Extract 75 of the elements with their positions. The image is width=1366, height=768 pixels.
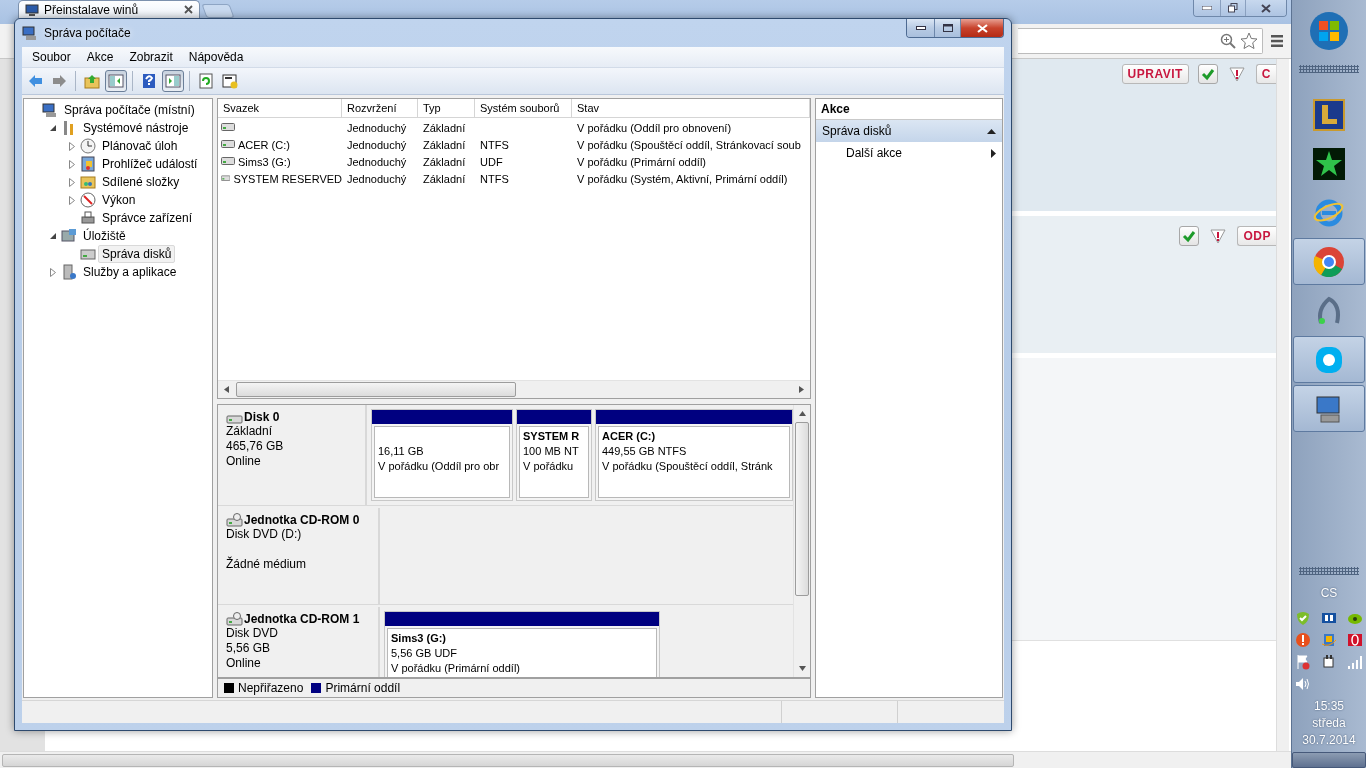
table-cell: Jednoduchý xyxy=(347,172,407,185)
disk-name: Disk 0 xyxy=(244,409,280,424)
partition[interactable]: ACER (C:) 449,55 GB NTFS V pořádku (Spouštěcí oddíl, Stránk xyxy=(595,409,793,501)
table-cell: Jednoduchý xyxy=(347,138,407,151)
tree-item[interactable]: Úložiště xyxy=(79,227,130,245)
partition-title: ACER (C:) xyxy=(602,429,657,444)
partition-size: 16,11 GB xyxy=(378,444,425,459)
column-header[interactable]: Svazek xyxy=(218,99,342,117)
browser-tab[interactable]: Přeinstalave winů xyxy=(18,0,200,18)
window-title: Správa počítače xyxy=(44,26,131,40)
menu-item[interactable]: Akce xyxy=(78,50,122,64)
table-cell: Jednoduchý xyxy=(347,121,407,134)
table-cell: SYSTEM RESERVED xyxy=(233,172,342,185)
legend-label: Primární oddíl xyxy=(325,681,401,695)
table-cell: Základní xyxy=(423,121,466,134)
table-cell: V pořádku (Spouštěcí oddíl, Stránkovací soub xyxy=(577,138,801,151)
tree-item[interactable]: Systémové nástroje xyxy=(79,119,193,137)
column-header[interactable]: Rozvržení xyxy=(342,99,418,117)
tree-item[interactable]: Správa disků xyxy=(98,245,176,263)
clock-date: 30.7.2014 xyxy=(1302,732,1356,749)
table-cell: V pořádku (Systém, Aktivní, Primární oddíl) xyxy=(577,172,788,185)
tree-item[interactable]: Výkon xyxy=(98,191,140,209)
disk-info: Online xyxy=(226,656,262,671)
disk-info: 5,56 GB xyxy=(226,641,272,656)
partition-title: SYSTEM R xyxy=(523,429,581,444)
table-cell: Sims3 (G:) xyxy=(238,155,291,168)
table-cell: NTFS xyxy=(480,172,509,185)
table-cell: NTFS xyxy=(480,138,509,151)
table-cell: V pořádku (Oddíl pro obnovení) xyxy=(577,121,732,134)
partition-size: 100 MB NT xyxy=(523,444,580,459)
partition-size: 449,55 GB NTFS xyxy=(602,444,688,459)
partition[interactable]: 16,11 GB V pořádku (Oddíl pro obr xyxy=(371,409,513,501)
column-header[interactable]: Typ xyxy=(418,99,475,117)
disk-info: Disk DVD (D:) xyxy=(226,527,303,542)
disk-name: Jednotka CD-ROM 0 xyxy=(244,512,360,527)
partition[interactable]: SYSTEM R 100 MB NT V pořádku xyxy=(516,409,592,501)
column-header[interactable]: Stav xyxy=(572,99,810,117)
menu-item[interactable]: Nápověda xyxy=(180,50,252,64)
edit-button[interactable]: UPRAVIT xyxy=(1121,64,1189,84)
table-cell: UDF xyxy=(480,155,503,168)
partition-size: 5,56 GB UDF xyxy=(391,646,459,661)
disk-info: Disk DVD xyxy=(226,626,279,641)
table-cell: Základní xyxy=(423,138,466,151)
menu-item[interactable]: Soubor xyxy=(24,50,79,64)
tree-item[interactable]: Sdílené složky xyxy=(98,173,184,191)
clock-day: středa xyxy=(1312,715,1346,732)
partition-title: Sims3 (G:) xyxy=(391,631,447,646)
actions-section[interactable]: Správa disků xyxy=(816,120,1002,142)
disk-info: 465,76 GB xyxy=(226,439,285,454)
disk-note: Žádné médium xyxy=(226,557,308,572)
table-cell: Základní xyxy=(423,155,466,168)
tree-item[interactable]: Správce zařízení xyxy=(98,209,197,227)
table-cell: V pořádku (Primární oddíl) xyxy=(577,155,706,168)
partition-status: V pořádku (Primární oddíl) xyxy=(391,661,521,676)
partition-status: V pořádku (Oddíl pro obr xyxy=(378,459,501,474)
table-cell: Základní xyxy=(423,172,466,185)
disk-info: Základní xyxy=(226,424,274,439)
disk-name: Jednotka CD-ROM 1 xyxy=(244,611,360,626)
disk-info: Online xyxy=(226,454,262,469)
partition[interactable]: Sims3 (G:) 5,56 GB UDF V pořádku (Primární oddíl) xyxy=(384,611,660,677)
table-cell: Jednoduchý xyxy=(347,155,407,168)
table-cell: ACER (C:) xyxy=(238,138,290,151)
column-header[interactable]: Systém souborů xyxy=(475,99,572,117)
tree-item[interactable]: Služby a aplikace xyxy=(79,263,181,281)
partition-status: V pořádku (Spouštěcí oddíl, Stránk xyxy=(602,459,774,474)
action-item[interactable]: Další akce xyxy=(816,142,1002,164)
reply-button[interactable]: ODP xyxy=(1237,226,1276,246)
partition-status: V pořádku xyxy=(523,459,575,474)
menu-item[interactable]: Zobrazit xyxy=(121,50,181,64)
tree-item[interactable]: Plánovač úloh xyxy=(98,137,182,155)
quote-button[interactable]: C xyxy=(1255,64,1276,84)
tree-item[interactable]: Prohlížeč událostí xyxy=(98,155,202,173)
legend-label: Nepřiřazeno xyxy=(238,681,304,695)
actions-title: Akce xyxy=(821,102,850,116)
tree-item[interactable]: Správa počítače (místní) xyxy=(60,101,199,119)
